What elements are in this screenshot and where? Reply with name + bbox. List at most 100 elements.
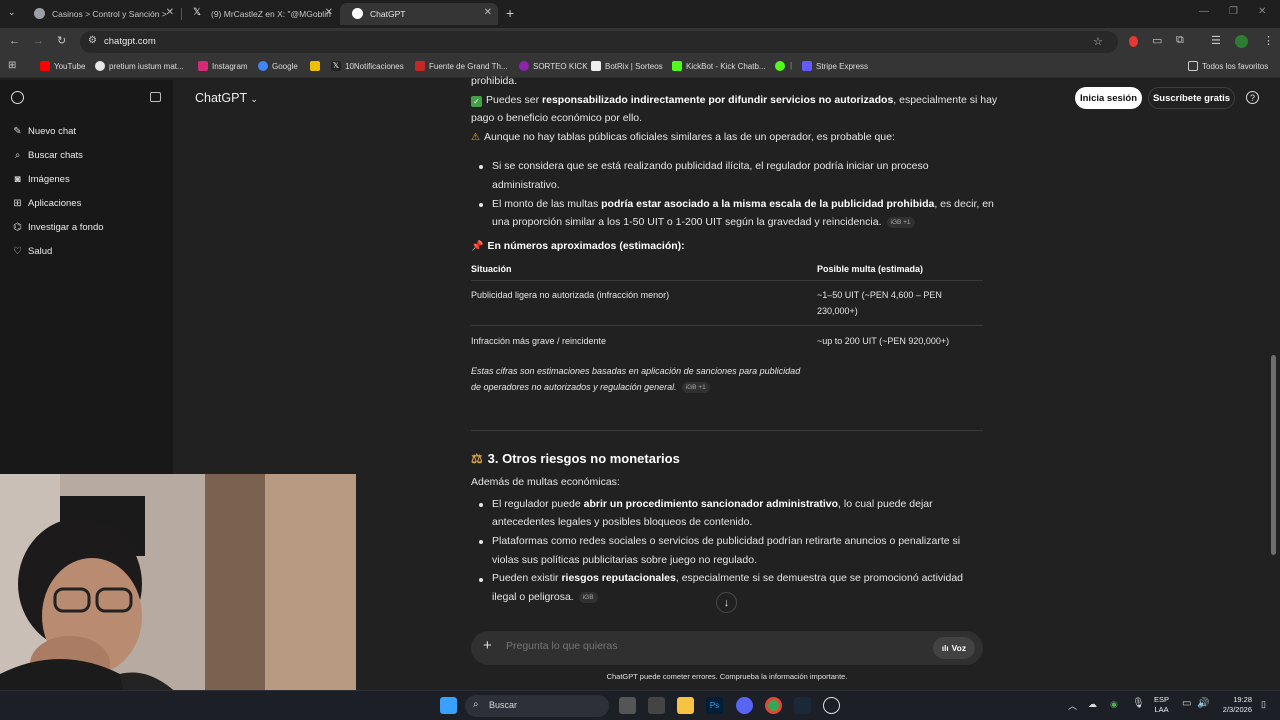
source-chip[interactable]: iGB +1 <box>886 216 915 228</box>
scales-icon: ⚖ <box>471 451 483 466</box>
all-bookmarks-folder[interactable]: Todos los favoritos <box>1188 61 1268 71</box>
profile-avatar-icon[interactable] <box>1235 35 1248 48</box>
sidebar-item-search-chats[interactable]: ⌕ Buscar chats <box>12 150 83 161</box>
chevron-up-icon[interactable]: ︿ <box>1068 699 1077 712</box>
back-arrow-icon[interactable]: ← <box>9 35 20 47</box>
table-cell: 230,000+) <box>817 306 858 316</box>
close-window-icon[interactable]: ✕ <box>1258 6 1266 17</box>
list-item-cont: ilegal o peligrosa. iGB <box>492 588 598 607</box>
taskbar-search[interactable]: ⌕ Buscar <box>465 695 609 717</box>
voice-button[interactable]: ılı Voz <box>933 637 975 659</box>
tab-search-chevron-icon[interactable]: ⌄ <box>8 7 16 18</box>
app-icon[interactable] <box>648 697 665 714</box>
onedrive-icon[interactable]: ☁ <box>1088 699 1097 710</box>
tab-chatgpt[interactable]: ChatGPT ✕ <box>340 3 498 25</box>
table-header-multa: Posible multa (estimada) <box>817 264 924 274</box>
volume-icon[interactable]: 🔊 <box>1197 698 1209 709</box>
file-explorer-icon[interactable] <box>677 697 694 714</box>
stripe-icon <box>802 61 812 71</box>
sidebar-item-deep-research[interactable]: ⌬ Investigar a fondo <box>12 222 103 233</box>
folder-icon <box>1188 61 1198 71</box>
task-view-icon[interactable] <box>619 697 636 714</box>
youtube-icon <box>40 61 50 71</box>
bookmark-instagram[interactable]: Instagram <box>198 61 248 71</box>
extension-card-icon[interactable]: ▭ <box>1152 34 1162 47</box>
subscribe-button[interactable]: Suscríbete gratis <box>1148 87 1235 109</box>
list-item: Plataformas como redes sociales o servic… <box>492 535 961 547</box>
discord-icon[interactable] <box>736 697 753 714</box>
add-attachment-plus-icon[interactable]: + <box>483 637 492 654</box>
steam-icon[interactable] <box>794 697 811 714</box>
chevron-down-icon: ⌄ <box>250 94 258 104</box>
images-icon: ◙ <box>14 174 21 185</box>
extensions-puzzle-icon[interactable]: ⧉ <box>1176 34 1184 47</box>
sidebar-item-apps[interactable]: ⊞ Aplicaciones <box>12 198 81 209</box>
bookmark-pretium[interactable]: pretium iustum mat... <box>95 61 184 71</box>
source-chip[interactable]: iGB <box>578 591 598 603</box>
edit-icon: ✎ <box>13 126 22 137</box>
tab-close-icon[interactable]: ✕ <box>325 7 333 18</box>
prompt-input[interactable] <box>506 640 906 652</box>
microphone-icon[interactable]: 🎙 <box>1132 698 1145 709</box>
reload-icon[interactable]: ↻ <box>57 34 66 47</box>
site-info-icon[interactable]: ⚙ <box>88 35 97 46</box>
bookmark-stripe[interactable]: Stripe Express <box>802 61 868 71</box>
list-item-cont: administrativo. <box>492 179 560 191</box>
scroll-down-arrow-icon[interactable]: ↓ <box>716 592 737 613</box>
sidebar-item-images[interactable]: ◙ Imágenes <box>12 174 69 185</box>
reading-list-icon[interactable]: ☰ <box>1211 34 1221 47</box>
list-item: El monto de las multas podría estar asoc… <box>492 198 994 210</box>
list-item: Si se considera que se está realizando p… <box>492 160 929 172</box>
bookmark-star-icon[interactable]: ☆ <box>1093 35 1103 48</box>
warning-icon: ⚠ <box>471 132 480 143</box>
tab-casinos[interactable]: Casinos > Control y Sanción > ✕ <box>22 3 180 25</box>
clock[interactable]: 19:28 2/3/2026 <box>1216 695 1252 715</box>
tab-x-twitter[interactable]: 𝕏 (9) MrCastleZ en X: "@MGoblin ✕ <box>181 3 339 25</box>
tab-close-icon[interactable]: ✕ <box>484 7 492 18</box>
forward-arrow-icon[interactable]: → <box>33 35 44 47</box>
new-tab-plus-icon[interactable]: + <box>506 5 514 21</box>
browser-menu-icon[interactable]: ⋮ <box>1263 34 1274 47</box>
source-chip[interactable]: iGB +1 <box>681 382 710 394</box>
bookmark-sorteo-kick[interactable]: SORTEO KICK <box>519 61 588 71</box>
bookmark-kickbot[interactable]: KickBot - Kick Chatb... <box>672 61 766 71</box>
bookmark-10[interactable] <box>775 61 789 71</box>
openai-logo-icon[interactable] <box>11 91 24 104</box>
sidebar-item-health[interactable]: ♡ Salud <box>12 246 52 257</box>
notifications-icon[interactable]: ▯ <box>1261 699 1266 710</box>
bookmark-separator: | <box>790 61 793 70</box>
apps-icon: ⊞ <box>13 198 22 209</box>
table-cell: ~up to 200 UIT (~PEN 920,000+) <box>817 336 950 346</box>
bookmark-google[interactable]: Google <box>258 61 298 71</box>
model-selector[interactable]: ChatGPT ⌄ <box>195 91 258 105</box>
apps-grid-icon[interactable]: ⊞ <box>8 60 16 71</box>
language-indicator[interactable]: ESP LAA <box>1154 695 1169 715</box>
bookmark-botrix[interactable]: BotRix | Sorteos <box>591 61 663 71</box>
windows-start-icon[interactable] <box>440 697 457 714</box>
bookmark-youtube[interactable]: YouTube <box>40 61 85 71</box>
security-icon[interactable]: ◉ <box>1110 699 1118 710</box>
table-cell: ~1–50 UIT (~PEN 4,600 – PEN <box>817 290 942 300</box>
windows-taskbar: ⌕ Buscar Ps ︿ ☁ ◉ 🎙 ESP LAA ▭ 🔊 19:28 2/… <box>0 690 1280 720</box>
login-button[interactable]: Inicia sesión <box>1075 87 1142 109</box>
x-logo-icon: 𝕏 <box>193 7 202 18</box>
address-bar[interactable]: ⚙ chatgpt.com ☆ <box>80 31 1118 53</box>
minimize-icon[interactable]: — <box>1199 6 1209 17</box>
app-gear-icon[interactable] <box>823 697 840 714</box>
chrome-icon[interactable] <box>765 697 782 714</box>
toggle-sidebar-icon[interactable] <box>150 92 161 102</box>
help-icon[interactable]: ? <box>1246 91 1259 104</box>
badge-10-icon <box>775 61 785 71</box>
bookmark-pinwheel[interactable] <box>310 61 324 71</box>
sidebar-item-new-chat[interactable]: ✎ Nuevo chat <box>12 126 76 137</box>
bookmark-grand-theft[interactable]: Fuente de Grand Th... <box>415 61 508 71</box>
extension-red-icon[interactable] <box>1129 36 1138 47</box>
tab-close-icon[interactable]: ✕ <box>166 7 174 18</box>
bookmark-10notificaciones[interactable]: 𝕏 10Notificaciones <box>331 61 404 71</box>
scrollbar[interactable] <box>1271 355 1276 555</box>
network-icon[interactable]: ▭ <box>1182 698 1191 709</box>
restore-icon[interactable]: ❐ <box>1229 6 1238 17</box>
photoshop-icon[interactable]: Ps <box>706 697 723 714</box>
table-header-situacion: Situación <box>471 264 512 274</box>
browser-tab-strip: ⌄ Casinos > Control y Sanción > ✕ 𝕏 (9) … <box>0 0 1280 28</box>
